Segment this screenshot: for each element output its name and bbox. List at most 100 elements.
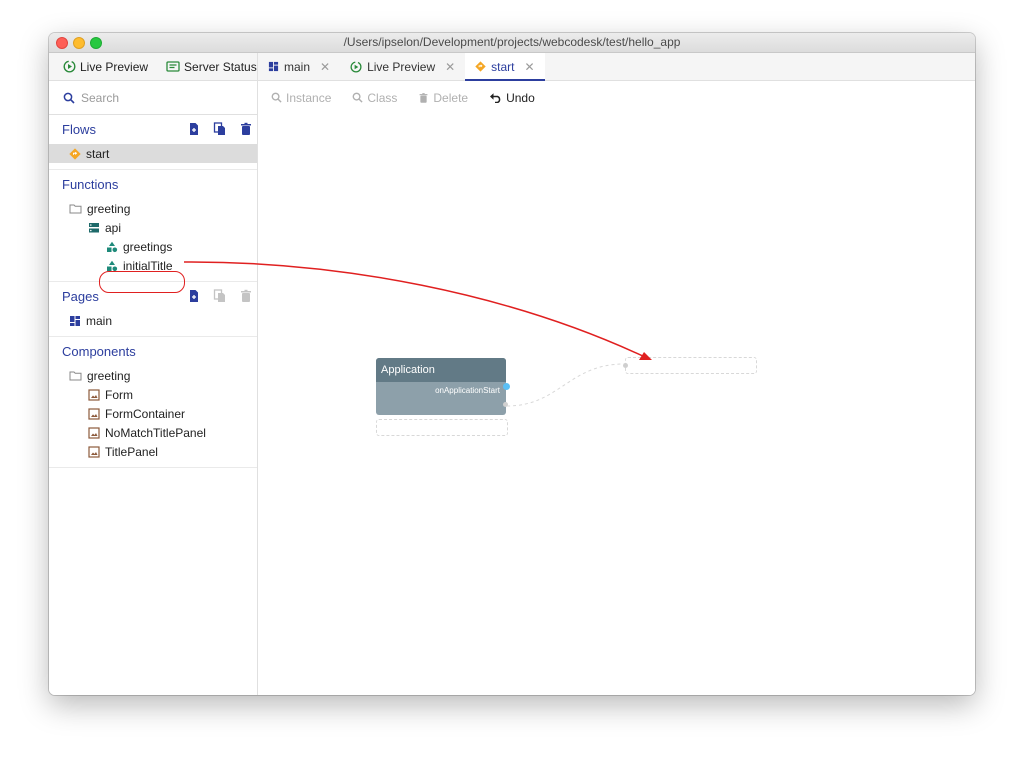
copy-flow-icon[interactable] (213, 122, 227, 136)
tab-main[interactable]: main ✕ (258, 53, 340, 80)
application-node[interactable]: Application onApplicationStart (376, 358, 506, 415)
tree-item-label: greeting (87, 368, 131, 383)
component-icon (88, 426, 100, 439)
tab-label: Live Preview (367, 59, 436, 74)
editor-area: main ✕ Live Preview ✕ start ✕ Instance C… (258, 53, 975, 695)
undo-icon (490, 93, 501, 103)
function-item-greetings[interactable]: greetings (49, 237, 257, 256)
components-folder-greeting[interactable]: greeting (49, 366, 257, 385)
component-item-formcontainer[interactable]: FormContainer (49, 404, 257, 423)
component-item-titlepanel[interactable]: TitlePanel (49, 442, 257, 461)
page-icon (268, 61, 279, 72)
components-section: Components greeting Form FormContainer N… (49, 337, 257, 468)
functions-folder-greeting[interactable]: greeting (49, 199, 257, 218)
tab-live-preview[interactable]: Live Preview ✕ (340, 53, 465, 80)
page-item-main[interactable]: main (49, 311, 257, 330)
tree-item-label: Form (105, 387, 133, 402)
component-item-nomatchtitlepanel[interactable]: NoMatchTitlePanel (49, 423, 257, 442)
function-item-initialtitle[interactable]: initialTitle (49, 256, 257, 275)
delete-flow-icon[interactable] (239, 122, 253, 136)
node-title: Application (376, 358, 506, 382)
flow-item-start[interactable]: start (49, 144, 257, 163)
left-panel: Live Preview Server Status Search Flows (49, 53, 258, 695)
functions-title: Functions (62, 177, 119, 192)
flows-title: Flows (62, 122, 96, 137)
empty-node-slot[interactable] (376, 419, 508, 436)
search-icon (352, 92, 363, 103)
title-bar: /Users/ipselon/Development/projects/webc… (49, 33, 975, 53)
tree-item-label: FormContainer (105, 406, 186, 421)
search-icon (63, 92, 75, 104)
class-button[interactable]: Class (352, 91, 397, 105)
class-label: Class (367, 90, 398, 105)
tab-bar: main ✕ Live Preview ✕ start ✕ (258, 53, 975, 81)
page-item-label: main (86, 313, 113, 328)
delete-page-icon[interactable] (239, 289, 253, 303)
app-window: /Users/ipselon/Development/projects/webc… (49, 33, 975, 695)
live-preview-button[interactable]: Live Preview (63, 60, 148, 74)
flows-header: Flows (49, 115, 257, 144)
toolbar: Instance Class Delete Undo (258, 81, 975, 115)
functions-module-api[interactable]: api (49, 218, 257, 237)
pages-title: Pages (62, 289, 99, 304)
trash-icon (419, 92, 428, 103)
component-icon (88, 445, 100, 458)
pages-section: Pages main (49, 282, 257, 337)
tree-item-label: api (105, 220, 122, 235)
server-status-button[interactable]: Server Status (166, 60, 257, 74)
functions-header: Functions (49, 170, 257, 199)
input-port-dot[interactable] (503, 402, 508, 407)
output-port-dot[interactable] (503, 383, 510, 390)
instance-button[interactable]: Instance (271, 91, 331, 105)
server-status-icon (166, 60, 180, 72)
live-preview-icon (350, 60, 362, 73)
left-top-bar: Live Preview Server Status (49, 53, 257, 81)
tree-item-label: TitlePanel (105, 444, 158, 459)
undo-label: Undo (506, 90, 535, 105)
search-icon (271, 92, 282, 103)
folder-icon (69, 204, 82, 214)
close-icon[interactable]: ✕ (445, 60, 455, 74)
components-title: Components (62, 344, 136, 359)
component-icon (88, 407, 100, 420)
functions-section: Functions greeting api greetings initial… (49, 170, 257, 282)
delete-button[interactable]: Delete (418, 91, 468, 105)
flow-icon (69, 147, 81, 160)
new-flow-icon[interactable] (187, 122, 201, 136)
target-port-dot[interactable] (623, 363, 628, 368)
tree-item-label: greeting (87, 201, 131, 216)
window-title: /Users/ipselon/Development/projects/webc… (343, 35, 681, 49)
function-icon (107, 241, 118, 252)
component-icon (88, 388, 100, 401)
tree-item-label: initialTitle (123, 258, 173, 273)
folder-icon (69, 371, 82, 381)
close-icon[interactable]: ✕ (525, 60, 535, 74)
flow-canvas[interactable]: Application onApplicationStart (258, 114, 975, 695)
tab-label: main (284, 59, 311, 74)
flows-section: Flows start (49, 115, 257, 170)
tab-label: start (491, 59, 515, 74)
tree-item-label: greetings (123, 239, 173, 254)
live-preview-icon (63, 60, 76, 73)
tree-item-label: NoMatchTitlePanel (105, 425, 206, 440)
new-page-icon[interactable] (187, 289, 201, 303)
search-box[interactable]: Search (49, 81, 257, 115)
close-icon[interactable]: ✕ (320, 60, 330, 74)
instance-label: Instance (286, 90, 332, 105)
live-preview-label: Live Preview (80, 59, 149, 74)
flow-icon (475, 61, 486, 72)
components-header: Components (49, 337, 257, 366)
delete-label: Delete (433, 90, 469, 105)
module-icon (89, 222, 99, 232)
function-icon (107, 260, 118, 271)
flow-item-label: start (86, 146, 110, 161)
tab-start[interactable]: start ✕ (465, 53, 545, 81)
output-port-label: onApplicationStart (435, 386, 500, 395)
page-icon (70, 315, 80, 326)
copy-page-icon[interactable] (213, 289, 227, 303)
search-input[interactable]: Search (81, 91, 119, 105)
server-status-label: Server Status (184, 59, 257, 74)
component-item-form[interactable]: Form (49, 385, 257, 404)
undo-button[interactable]: Undo (489, 91, 535, 105)
empty-target-node[interactable] (625, 357, 757, 374)
